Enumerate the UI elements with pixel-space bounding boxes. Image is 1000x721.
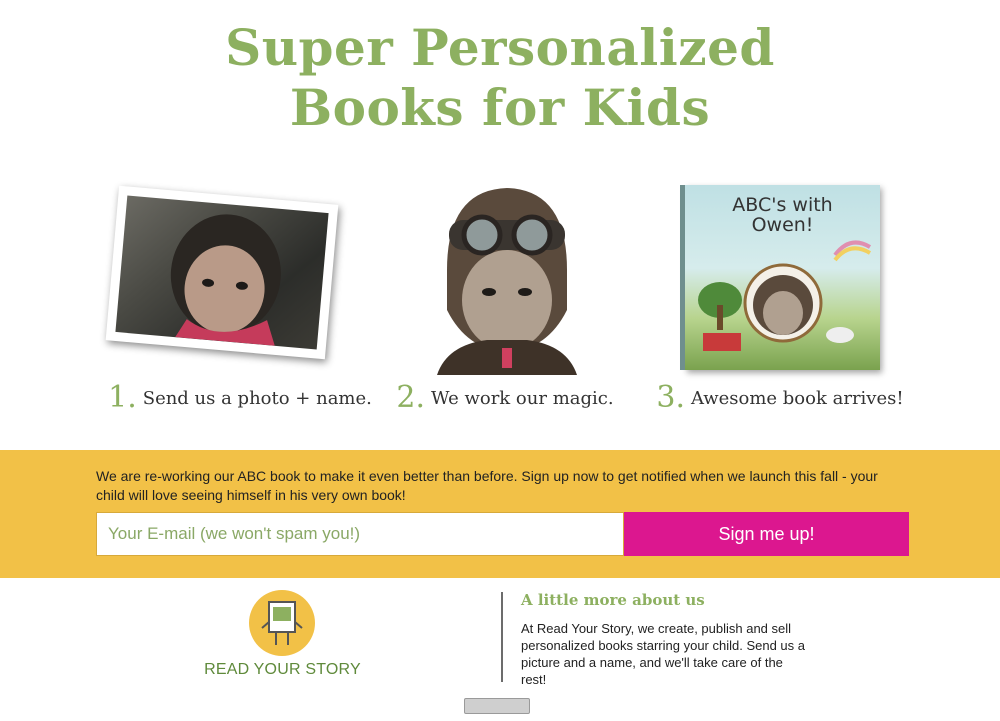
page-title-line-1: Super Personalized — [225, 18, 775, 77]
logo-text: READ YOUR STORY — [204, 661, 361, 678]
step-2: 2. We work our magic. — [355, 175, 655, 425]
email-input[interactable] — [96, 512, 624, 556]
step-1-text: Send us a photo + name. — [142, 388, 372, 409]
aviator-illustration — [437, 188, 577, 375]
step-2-text: We work our magic. — [431, 388, 614, 409]
signup-message: We are re-working our ABC book to make i… — [96, 468, 878, 503]
about-heading: A little more about us — [521, 591, 705, 609]
step-3-text: Awesome book arrives! — [691, 388, 904, 409]
signup-banner: We are re-working our ABC book to make i… — [0, 450, 1000, 578]
how-it-works: 1. Send us a photo + name. 2. We work our … — [0, 175, 1000, 425]
step-1-caption: 1. Send us a photo + name. — [90, 380, 390, 415]
page-title: Super Personalized Books for Kids — [0, 18, 1000, 138]
book-character-icon — [261, 601, 303, 645]
child-photo-polaroid — [105, 185, 339, 360]
logo-circle — [249, 590, 315, 656]
step-2-caption: 2. We work our magic. — [355, 380, 655, 415]
step-3-caption: 3. Awesome book arrives! — [630, 380, 930, 415]
about-text: At Read Your Story, we create, publish a… — [521, 621, 805, 687]
step-1: 1. Send us a photo + name. — [90, 175, 390, 425]
page-title-line-2: Books for Kids — [289, 78, 711, 137]
sign-me-up-button[interactable]: Sign me up! — [624, 512, 909, 556]
step-3-number: 3. — [656, 380, 686, 415]
step-3: ABC's with Owen! 3. Awesome book arrives! — [630, 175, 930, 425]
child-photo — [115, 195, 329, 350]
book-cover: ABC's with Owen! — [685, 185, 880, 370]
badge-icon[interactable] — [464, 698, 530, 714]
footer-divider — [501, 592, 503, 682]
step-1-number: 1. — [108, 380, 137, 415]
read-your-story-logo[interactable]: READ YOUR STORY — [200, 590, 361, 685]
step-2-number: 2. — [396, 380, 426, 415]
